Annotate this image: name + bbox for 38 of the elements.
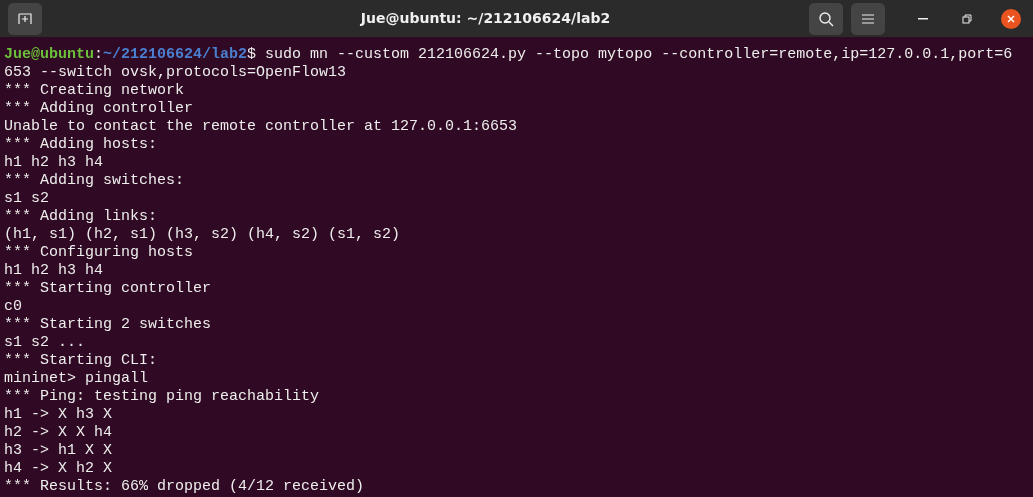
terminal-line: *** Starting controller [4, 280, 213, 298]
terminal-line: c0 [4, 298, 23, 316]
terminal-line: *** Starting CLI: [4, 352, 159, 370]
menu-icon [862, 13, 874, 24]
prompt-path: ~/212106624/lab2 [103, 46, 248, 63]
terminal-line: *** Ping: testing ping reachability [4, 388, 321, 406]
menu-button[interactable] [851, 2, 885, 35]
terminal-line: *** Adding links: [4, 208, 159, 226]
terminal-line: h1 -> X h3 X [4, 406, 114, 424]
window-title: Jue@ubuntu: ~/212106624/lab2 [360, 10, 611, 26]
command-text: $ sudo mn --custom 212106624.py --topo mytopo --controller=remote,ip=127.0.0.1,port=6 [247, 46, 1013, 63]
terminal-line: *** Adding hosts: [4, 136, 159, 154]
terminal-line: h1 h2 h3 h4 [4, 262, 105, 280]
terminal-line: *** Creating network [4, 82, 186, 100]
terminal-line: *** Adding switches: [4, 172, 186, 190]
terminal-line: Unable to contact the remote controller at 127.0.0.1:6653 [4, 118, 519, 136]
new-tab-icon [18, 12, 32, 25]
terminal-line: *** Starting 2 switches [4, 316, 213, 334]
prompt-user-host: Jue@ubuntu [4, 46, 94, 63]
terminal-line: h3 -> h1 X X [4, 442, 114, 460]
close-icon [1007, 14, 1015, 23]
restore-icon [962, 13, 972, 24]
search-button[interactable] [809, 2, 843, 35]
terminal-line: 653 --switch ovsk,protocols=OpenFlow13 [4, 64, 348, 82]
terminal-line: *** Configuring hosts [4, 244, 195, 262]
terminal-line: h1 h2 h3 h4 [4, 154, 105, 172]
terminal-line: h2 -> X X h4 [4, 424, 114, 442]
terminal-line: *** Results: 66% dropped (4/12 received) [4, 478, 366, 496]
terminal-line: *** Adding controller [4, 100, 195, 118]
prompt-separator: : [94, 46, 104, 63]
terminal-line: h4 -> X h2 X [4, 460, 114, 478]
search-icon [818, 10, 834, 27]
terminal-line: mininet> pingall [4, 370, 150, 388]
terminal-line: s1 s2 ... [4, 334, 86, 352]
minimize-icon [918, 17, 928, 20]
terminal-line: s1 s2 [4, 190, 50, 208]
new-tab-button[interactable] [8, 2, 42, 35]
terminal-line: (h1, s1) (h2, s1) (h3, s2) (h4, s2) (s1, s2) [4, 226, 402, 244]
